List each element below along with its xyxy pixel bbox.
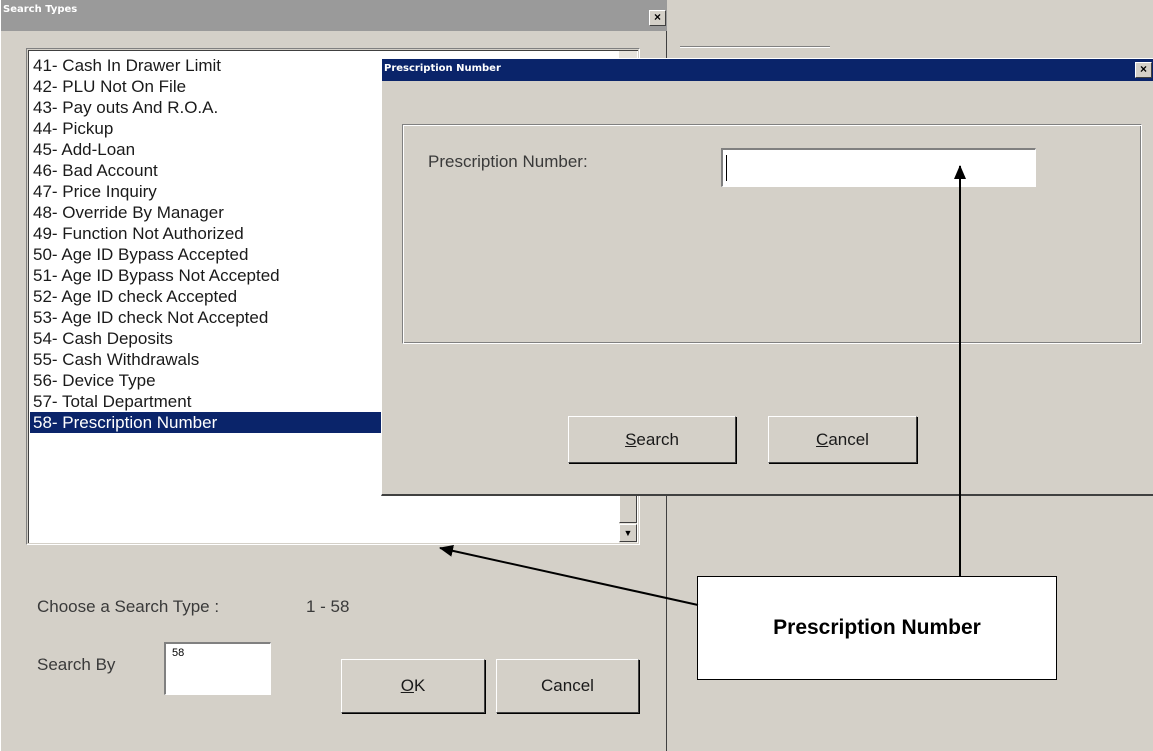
ok-label-rest: K bbox=[413, 676, 426, 695]
cancel-mnemonic: C bbox=[816, 430, 829, 449]
callout-box: Prescription Number bbox=[697, 576, 1057, 680]
callout-text: Prescription Number bbox=[773, 616, 981, 639]
search-by-value: 58 bbox=[172, 647, 185, 659]
list-item[interactable]: 41- Cash In Drawer Limit bbox=[33, 55, 221, 76]
search-label-rest: earch bbox=[636, 430, 679, 449]
list-item[interactable]: 50- Age ID Bypass Accepted bbox=[33, 244, 248, 265]
text-caret bbox=[726, 155, 727, 181]
search-by-text: Search By bbox=[37, 655, 116, 674]
list-item[interactable]: 45- Add-Loan bbox=[33, 139, 135, 160]
list-item[interactable]: 52- Age ID check Accepted bbox=[33, 286, 237, 307]
list-item[interactable]: 49- Function Not Authorized bbox=[33, 223, 244, 244]
chevron-down-icon: ▼ bbox=[623, 528, 633, 538]
prescription-number-input[interactable] bbox=[721, 148, 1036, 187]
background-window-edge bbox=[680, 46, 830, 48]
search-types-close-button[interactable]: × bbox=[649, 10, 666, 26]
ok-mnemonic: O bbox=[400, 676, 414, 695]
range-text: 1 - 58 bbox=[306, 597, 350, 616]
prescription-close-button[interactable]: × bbox=[1135, 62, 1152, 78]
search-by-label: Search By bbox=[37, 655, 115, 675]
prescription-cancel-button[interactable]: Cancel bbox=[768, 416, 917, 463]
search-type-range: 1 - 58 bbox=[306, 597, 349, 617]
cancel-button[interactable]: Cancel bbox=[496, 659, 639, 713]
prescription-search-button[interactable]: Search bbox=[568, 416, 736, 463]
prescription-label-text: Prescription Number: bbox=[428, 152, 588, 171]
list-item[interactable]: 53- Age ID check Not Accepted bbox=[33, 307, 268, 328]
choose-label-text: Choose a Search Type : bbox=[37, 597, 220, 616]
search-by-input[interactable]: 58 bbox=[164, 642, 271, 695]
ok-button[interactable]: OK bbox=[341, 659, 485, 713]
prescription-title: Prescription Number bbox=[384, 63, 501, 74]
search-types-title: Search Types bbox=[3, 4, 78, 15]
list-item[interactable]: 55- Cash Withdrawals bbox=[33, 349, 199, 370]
list-item[interactable]: 47- Price Inquiry bbox=[33, 181, 157, 202]
list-item[interactable]: 56- Device Type bbox=[33, 370, 156, 391]
list-item[interactable]: 51- Age ID Bypass Not Accepted bbox=[33, 265, 280, 286]
list-item[interactable]: 54- Cash Deposits bbox=[33, 328, 173, 349]
list-item[interactable]: 57- Total Department bbox=[33, 391, 191, 412]
cancel-label-rest: ancel bbox=[828, 430, 869, 449]
list-item[interactable]: 43- Pay outs And R.O.A. bbox=[33, 97, 218, 118]
search-types-titlebar: Search Types bbox=[1, 0, 668, 31]
scroll-down-button[interactable]: ▼ bbox=[619, 524, 637, 542]
cancel-label: Cancel bbox=[541, 676, 594, 695]
list-item[interactable]: 46- Bad Account bbox=[33, 160, 158, 181]
prescription-titlebar: Prescription Number bbox=[382, 59, 1153, 81]
close-icon: × bbox=[1139, 62, 1147, 76]
choose-search-type-label: Choose a Search Type : bbox=[37, 597, 219, 617]
list-item[interactable]: 44- Pickup bbox=[33, 118, 113, 139]
close-icon: × bbox=[653, 10, 661, 24]
list-item[interactable]: 42- PLU Not On File bbox=[33, 76, 186, 97]
list-item[interactable]: 48- Override By Manager bbox=[33, 202, 224, 223]
prescription-number-label: Prescription Number: bbox=[428, 152, 588, 172]
search-mnemonic: S bbox=[625, 430, 637, 449]
prescription-dialog: Prescription Number × Prescription Numbe… bbox=[381, 58, 1153, 496]
